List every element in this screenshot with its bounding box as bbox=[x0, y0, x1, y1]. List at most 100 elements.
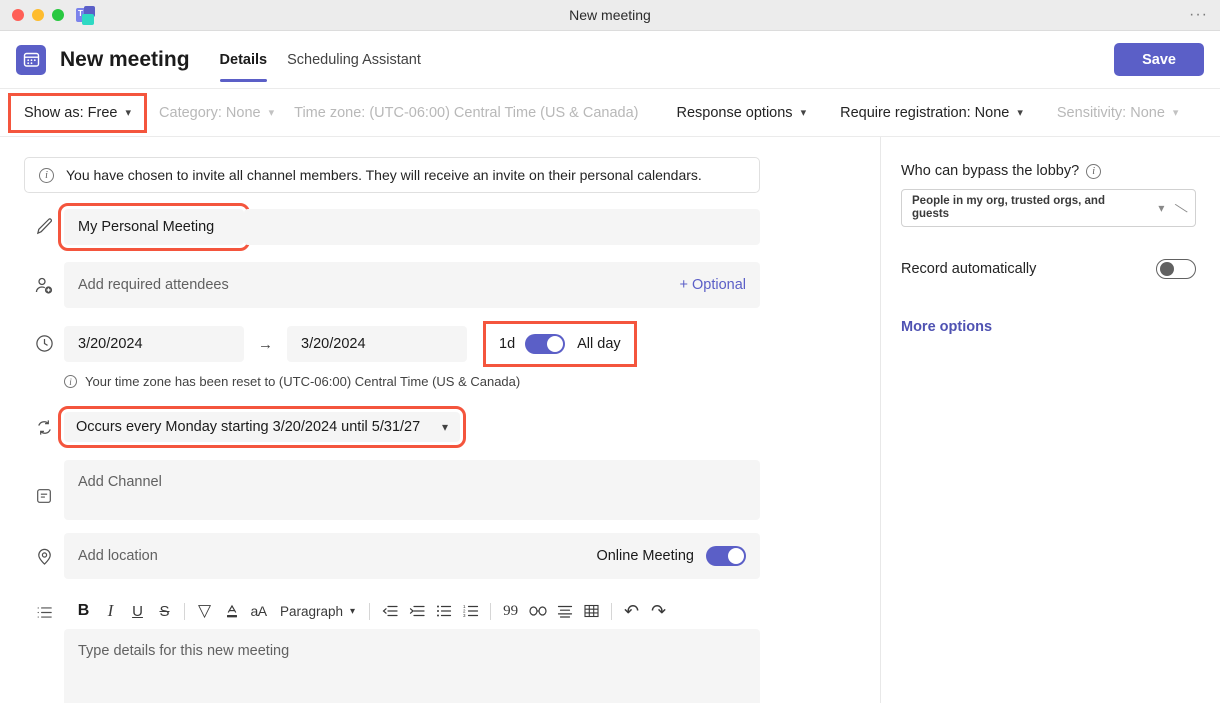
category-label: Category: None bbox=[159, 105, 261, 121]
calendar-icon bbox=[16, 45, 46, 75]
chevron-down-icon: ▾ bbox=[801, 106, 807, 119]
meeting-options-bar: Show as: Free ▾ Category: None ▾ Time zo… bbox=[0, 89, 1220, 137]
window-more-icon[interactable]: ··· bbox=[1189, 10, 1208, 20]
time-zone-dropdown[interactable]: Time zone: (UTC-06:00) Central Time (US … bbox=[284, 99, 648, 127]
meeting-title-input-fill[interactable] bbox=[244, 209, 760, 245]
decrease-indent-icon[interactable] bbox=[376, 597, 403, 625]
response-options-label: Response options bbox=[676, 105, 792, 121]
align-icon[interactable] bbox=[551, 597, 578, 625]
toolbar-separator bbox=[184, 603, 185, 620]
location-input[interactable]: Add location Online Meeting bbox=[64, 533, 760, 579]
location-icon bbox=[24, 533, 64, 566]
details-list-icon bbox=[24, 593, 64, 622]
start-date-value: 3/20/2024 bbox=[78, 336, 143, 352]
clock-icon bbox=[24, 326, 64, 353]
strikethrough-icon[interactable]: S bbox=[151, 597, 178, 625]
details-editor-placeholder: Type details for this new meeting bbox=[78, 643, 289, 659]
rich-text-toolbar: B I U S ▽ aA Paragraph ▾ bbox=[64, 593, 760, 629]
underline-icon[interactable]: U bbox=[124, 597, 151, 625]
add-optional-attendees-link[interactable]: + Optional bbox=[679, 277, 746, 293]
info-icon: i bbox=[39, 168, 54, 183]
timezone-note: i Your time zone has been reset to (UTC-… bbox=[0, 374, 880, 389]
pencil-icon bbox=[24, 209, 64, 236]
paragraph-style-label: Paragraph bbox=[280, 604, 343, 619]
all-day-toggle[interactable] bbox=[525, 334, 565, 354]
expand-icon: ╲ bbox=[1176, 201, 1188, 216]
window-titlebar: T New meeting ··· bbox=[0, 0, 1220, 31]
recurrence-dropdown[interactable]: Occurs every Monday starting 3/20/2024 u… bbox=[64, 412, 460, 442]
chevron-down-icon: ▾ bbox=[442, 420, 448, 434]
toolbar-separator bbox=[490, 603, 491, 620]
chevron-down-icon: ▾ bbox=[126, 106, 132, 119]
meeting-options-panel: Who can bypass the lobby? i People in my… bbox=[881, 137, 1220, 703]
tab-scheduling-assistant[interactable]: Scheduling Assistant bbox=[277, 31, 431, 88]
info-icon: i bbox=[64, 375, 77, 388]
end-date-value: 3/20/2024 bbox=[301, 336, 366, 352]
channel-input[interactable]: Add Channel bbox=[64, 460, 760, 520]
redo-icon[interactable]: ↷ bbox=[645, 597, 672, 625]
meeting-form: i You have chosen to invite all channel … bbox=[0, 137, 880, 703]
lobby-bypass-value: People in my org, trusted orgs, and gues… bbox=[912, 195, 1112, 221]
tab-details[interactable]: Details bbox=[210, 31, 278, 88]
increase-indent-icon[interactable] bbox=[403, 597, 430, 625]
sensitivity-label: Sensitivity: None bbox=[1057, 105, 1165, 121]
chevron-down-icon: ▾ bbox=[350, 606, 355, 617]
recurrence-value: Occurs every Monday starting 3/20/2024 u… bbox=[76, 419, 420, 435]
sensitivity-dropdown[interactable]: Sensitivity: None ▾ bbox=[1047, 99, 1189, 127]
details-editor-input[interactable]: Type details for this new meeting bbox=[64, 629, 760, 703]
lobby-label-group: Who can bypass the lobby? i bbox=[901, 163, 1196, 179]
repeat-icon bbox=[24, 412, 64, 437]
info-icon[interactable]: i bbox=[1086, 164, 1101, 179]
channel-invite-banner: i You have chosen to invite all channel … bbox=[24, 157, 760, 193]
bulleted-list-icon[interactable] bbox=[430, 597, 457, 625]
start-date-input[interactable]: 3/20/2024 bbox=[64, 326, 244, 362]
end-date-input[interactable]: 3/20/2024 bbox=[287, 326, 467, 362]
link-icon[interactable] bbox=[524, 597, 551, 625]
chevron-down-icon: ▾ bbox=[269, 106, 275, 119]
toolbar-separator bbox=[369, 603, 370, 620]
italic-icon[interactable]: I bbox=[97, 597, 124, 625]
category-dropdown[interactable]: Category: None ▾ bbox=[149, 99, 284, 127]
location-placeholder: Add location bbox=[78, 548, 158, 564]
app-header: New meeting Details Scheduling Assistant… bbox=[0, 31, 1220, 89]
chevron-down-icon: ▾ bbox=[1173, 106, 1179, 119]
duration-label: 1d bbox=[499, 336, 515, 352]
font-size-icon[interactable]: aA bbox=[245, 597, 272, 625]
require-registration-dropdown[interactable]: Require registration: None ▾ bbox=[830, 99, 1033, 127]
lobby-bypass-dropdown[interactable]: People in my org, trusted orgs, and gues… bbox=[901, 189, 1196, 227]
require-registration-label: Require registration: None bbox=[840, 105, 1009, 121]
all-day-group: 1d All day bbox=[489, 327, 631, 361]
all-day-label: All day bbox=[577, 336, 621, 352]
online-meeting-toggle[interactable] bbox=[706, 546, 746, 566]
paragraph-style-dropdown[interactable]: Paragraph ▾ bbox=[272, 604, 363, 619]
channel-icon bbox=[24, 460, 64, 505]
bold-icon[interactable]: B bbox=[70, 597, 97, 625]
attendees-row: Add required attendees + Optional bbox=[0, 262, 880, 308]
recurrence-row: Occurs every Monday starting 3/20/2024 u… bbox=[0, 412, 880, 442]
font-color-icon[interactable] bbox=[218, 597, 245, 625]
channel-invite-banner-text: You have chosen to invite all channel me… bbox=[66, 167, 702, 183]
add-person-icon bbox=[24, 262, 64, 296]
show-as-label: Show as: Free bbox=[24, 105, 118, 121]
save-button[interactable]: Save bbox=[1114, 43, 1204, 76]
window-title: New meeting bbox=[0, 7, 1220, 23]
tab-bar: Details Scheduling Assistant bbox=[210, 31, 431, 88]
attendees-input[interactable]: Add required attendees + Optional bbox=[64, 262, 760, 308]
lobby-label: Who can bypass the lobby? bbox=[901, 163, 1079, 179]
show-as-dropdown[interactable]: Show as: Free ▾ bbox=[14, 99, 141, 127]
quote-icon[interactable]: 99 bbox=[497, 597, 524, 625]
response-options-dropdown[interactable]: Response options ▾ bbox=[666, 99, 816, 127]
highlight-icon[interactable]: ▽ bbox=[191, 597, 218, 625]
table-icon[interactable] bbox=[578, 597, 605, 625]
record-automatically-label: Record automatically bbox=[901, 261, 1036, 277]
meeting-title-input[interactable]: My Personal Meeting bbox=[64, 209, 244, 245]
numbered-list-icon[interactable]: 1 2 3 bbox=[457, 597, 484, 625]
attendees-placeholder: Add required attendees bbox=[78, 277, 229, 293]
channel-placeholder: Add Channel bbox=[78, 474, 162, 490]
undo-icon[interactable]: ↶ bbox=[618, 597, 645, 625]
page-title: New meeting bbox=[60, 48, 190, 72]
more-options-link[interactable]: More options bbox=[901, 319, 1196, 335]
record-automatically-toggle[interactable] bbox=[1156, 259, 1196, 279]
datetime-row: 3/20/2024 → 3/20/2024 1d All day bbox=[0, 326, 880, 362]
svg-text:3: 3 bbox=[463, 613, 466, 618]
